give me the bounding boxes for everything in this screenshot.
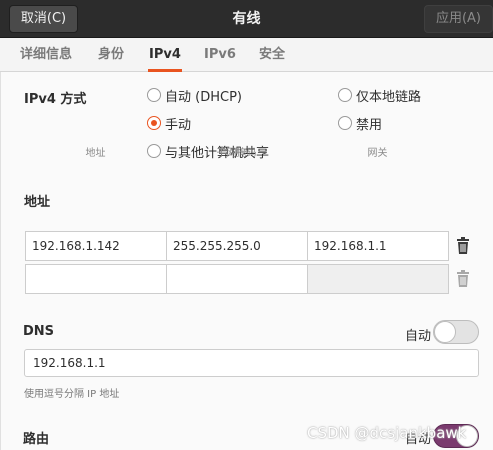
radio-indicator [147, 116, 161, 130]
gateway-input [307, 264, 449, 294]
switch-knob [434, 321, 456, 343]
addresses-section-label: 地址 [24, 195, 51, 210]
routes-auto-label: 自动 [405, 432, 432, 447]
apply-button[interactable]: 应用(A) [424, 5, 493, 33]
radio-auto-dhcp[interactable]: 自动 (DHCP) [147, 86, 242, 105]
dns-auto-switch[interactable] [433, 320, 479, 344]
cancel-button[interactable]: 取消(C) [9, 5, 78, 33]
netmask-input[interactable]: 255.255.255.0 [166, 231, 308, 261]
routes-auto-switch[interactable] [433, 424, 479, 448]
netmask-input[interactable] [166, 264, 308, 294]
address-row: 192.168.1.142 255.255.255.0 192.168.1.1 [25, 231, 449, 261]
dns-input[interactable]: 192.168.1.1 [24, 349, 479, 377]
tab-security[interactable]: 安全 [258, 38, 286, 72]
ipv4-method-label: IPv4 方式 [24, 92, 87, 107]
tab-bar: 详细信息 身份 IPv4 IPv6 安全 [0, 38, 493, 72]
tab-identity[interactable]: 身份 [96, 38, 126, 72]
dns-hint: 使用逗号分隔 IP 地址 [24, 389, 120, 400]
radio-indicator [338, 116, 352, 130]
address-input[interactable] [25, 264, 167, 294]
radio-label: 禁用 [356, 117, 383, 133]
radio-label: 仅本地链路 [356, 89, 422, 105]
dns-section-label: DNS [23, 324, 55, 339]
column-header-gateway: 网关 [367, 148, 388, 159]
radio-indicator [338, 88, 352, 102]
radio-label: 自动 (DHCP) [165, 89, 242, 105]
tab-ipv4[interactable]: IPv4 [148, 38, 182, 72]
column-header-address: 地址 [85, 148, 106, 159]
tab-details[interactable]: 详细信息 [20, 38, 72, 72]
tab-ipv6[interactable]: IPv6 [204, 38, 236, 72]
switch-knob [456, 425, 478, 447]
column-header-netmask: 子网掩码 [216, 148, 257, 159]
radio-manual[interactable]: 手动 [147, 114, 192, 133]
routes-section-label: 路由 [23, 432, 50, 447]
radio-indicator [147, 88, 161, 102]
address-row-empty [25, 264, 449, 294]
radio-link-local-only[interactable]: 仅本地链路 [338, 86, 422, 105]
header-bar: 取消(C) 有线 应用(A) [0, 0, 493, 38]
dns-auto-label: 自动 [405, 329, 432, 344]
delete-row-icon[interactable] [455, 237, 471, 255]
address-input[interactable]: 192.168.1.142 [25, 231, 167, 261]
radio-label: 手动 [165, 117, 192, 133]
gateway-input[interactable]: 192.168.1.1 [307, 231, 449, 261]
delete-row-icon [457, 270, 469, 287]
radio-disabled[interactable]: 禁用 [338, 114, 383, 133]
